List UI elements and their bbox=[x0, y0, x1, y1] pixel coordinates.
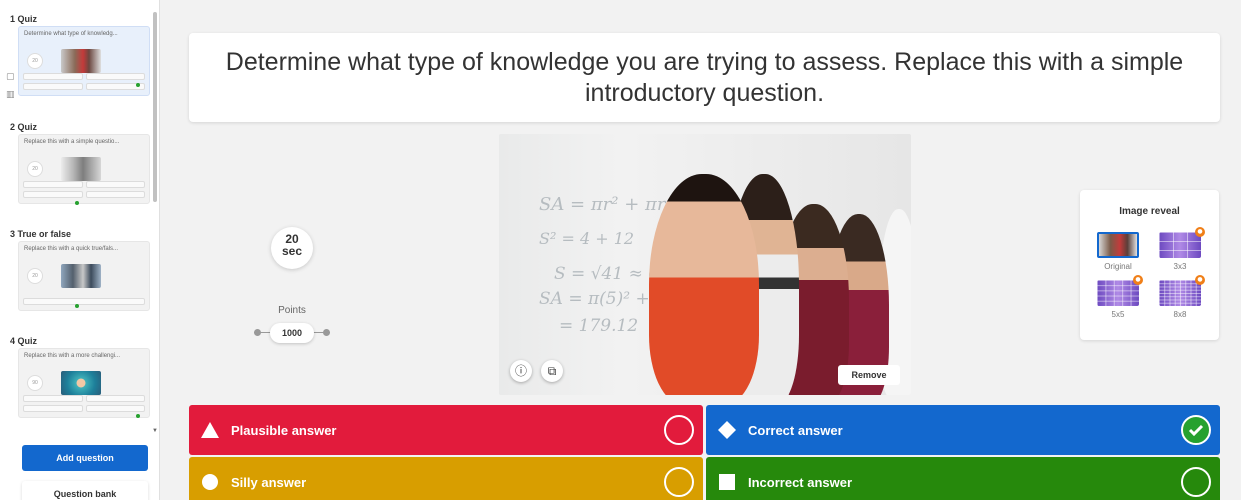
correct-answer-dot bbox=[75, 201, 79, 205]
reveal-option-8x8[interactable]: ● 8x8 bbox=[1157, 275, 1205, 319]
points-slider-max-dot[interactable] bbox=[323, 329, 330, 336]
question-card-title: Determine what type of knowledg... bbox=[24, 31, 118, 37]
question-item-1[interactable]: 1 Quiz Determine what type of knowledg..… bbox=[8, 12, 150, 96]
question-card-answers bbox=[23, 181, 145, 198]
answer-option-1[interactable]: Plausible answer bbox=[189, 405, 703, 455]
question-bank-button[interactable]: Question bank bbox=[22, 481, 148, 500]
reveal-option-label: 5x5 bbox=[1111, 310, 1125, 319]
time-limit-unit: sec bbox=[281, 244, 303, 258]
question-card[interactable]: Determine what type of knowledg... 20 bbox=[18, 26, 150, 96]
question-card-answers bbox=[23, 73, 145, 90]
reveal-preview-8x8: ● bbox=[1159, 275, 1205, 306]
correct-answer-dot bbox=[136, 83, 140, 87]
question-item-heading: 4 Quiz bbox=[10, 336, 38, 346]
scrollbar-thumb[interactable] bbox=[153, 12, 157, 202]
question-card-thumbnail bbox=[61, 264, 101, 288]
question-card-timer: 90 bbox=[27, 375, 43, 391]
question-card-answers bbox=[23, 395, 145, 412]
whiteboard-writing: = 179.12 bbox=[559, 316, 639, 336]
question-title-text[interactable]: Determine what type of knowledge you are… bbox=[215, 47, 1195, 109]
answer-label[interactable]: Correct answer bbox=[748, 423, 843, 438]
diamond-icon bbox=[718, 421, 736, 439]
reveal-preview-5x5: ● bbox=[1097, 275, 1143, 306]
question-card-thumbnail bbox=[61, 49, 101, 73]
points-label: Points bbox=[278, 305, 306, 316]
answer-option-2[interactable]: Correct answer bbox=[706, 405, 1220, 455]
mark-correct-toggle[interactable] bbox=[664, 467, 694, 497]
points-selector[interactable]: 1000 bbox=[270, 323, 314, 343]
image-reveal-title: Image reveal bbox=[1119, 206, 1180, 217]
sidebar-actions: Add question Question bank bbox=[22, 445, 148, 500]
answer-label[interactable]: Plausible answer bbox=[231, 423, 337, 438]
correct-answer-dot bbox=[136, 414, 140, 418]
checkmark-icon bbox=[1188, 424, 1204, 436]
question-card-title: Replace this with a more challengi... bbox=[24, 353, 121, 359]
time-limit-button[interactable]: 20 sec bbox=[271, 227, 313, 269]
question-item-3[interactable]: 3 True or false Replace this with a quic… bbox=[8, 227, 150, 311]
question-card[interactable]: Replace this with a more challengi... 90 bbox=[18, 348, 150, 418]
lock-icon: ● bbox=[1133, 275, 1143, 285]
whiteboard-writing: SA = πr² + πrs bbox=[539, 194, 675, 215]
question-card-timer: 20 bbox=[27, 161, 43, 177]
correct-answer-dot bbox=[75, 304, 79, 308]
person-figure bbox=[649, 174, 759, 395]
question-item-heading: 3 True or false bbox=[10, 229, 72, 239]
question-item-heading: 2 Quiz bbox=[10, 122, 38, 132]
scroll-down-arrow-icon[interactable]: ▼ bbox=[152, 428, 158, 434]
question-item-4[interactable]: 4 Quiz Replace this with a more challeng… bbox=[8, 334, 150, 418]
add-question-button[interactable]: Add question bbox=[22, 445, 148, 471]
reveal-preview-3x3: ● bbox=[1159, 227, 1205, 258]
points-slider-min-dot[interactable] bbox=[254, 329, 261, 336]
circle-icon bbox=[201, 473, 219, 491]
question-image: SA = πr² + πrs S² = 4 + 12 S = √41 ≈ 6.4… bbox=[499, 134, 911, 395]
question-card-timer: 20 bbox=[27, 53, 43, 69]
mark-correct-toggle[interactable] bbox=[664, 415, 694, 445]
square-icon bbox=[718, 473, 736, 491]
reveal-option-3x3[interactable]: ● 3x3 bbox=[1157, 227, 1205, 271]
question-list-sidebar: ▢ ▥ 1 Quiz Determine what type of knowle… bbox=[0, 0, 160, 500]
reveal-option-label: 3x3 bbox=[1173, 262, 1187, 271]
remove-image-button[interactable]: Remove bbox=[838, 365, 900, 385]
sidebar-scrollbar[interactable] bbox=[152, 12, 158, 202]
reveal-option-label: 8x8 bbox=[1173, 310, 1187, 319]
image-reveal-panel: Image reveal Original ● 3x3 ● 5x5 ● 8x8 bbox=[1080, 190, 1219, 340]
answer-label[interactable]: Silly answer bbox=[231, 475, 306, 490]
question-card-thumbnail bbox=[61, 157, 101, 181]
reveal-option-5x5[interactable]: ● 5x5 bbox=[1095, 275, 1143, 319]
image-crop-icon[interactable]: ⧉ bbox=[541, 360, 563, 382]
question-card-title: Replace this with a simple questio... bbox=[24, 139, 120, 145]
question-card-timer: 20 bbox=[27, 268, 43, 284]
reveal-option-original[interactable]: Original bbox=[1095, 232, 1141, 271]
answer-option-3[interactable]: Silly answer bbox=[189, 457, 703, 500]
answer-label[interactable]: Incorrect answer bbox=[748, 475, 852, 490]
image-info-icon[interactable]: ⓘ bbox=[510, 360, 532, 382]
answer-option-4[interactable]: Incorrect answer bbox=[706, 457, 1220, 500]
question-card-title: Replace this with a quick true/fals... bbox=[24, 246, 119, 252]
question-item-heading: 1 Quiz bbox=[10, 14, 38, 24]
question-title-box[interactable]: Determine what type of knowledge you are… bbox=[189, 33, 1220, 122]
question-card[interactable]: Replace this with a quick true/fals... 2… bbox=[18, 241, 150, 311]
lock-icon: ● bbox=[1195, 275, 1205, 285]
question-card[interactable]: Replace this with a simple questio... 20 bbox=[18, 134, 150, 205]
lock-icon: ● bbox=[1195, 227, 1205, 237]
mark-correct-toggle[interactable] bbox=[1181, 467, 1211, 497]
reveal-preview-original bbox=[1097, 232, 1139, 258]
question-card-thumbnail bbox=[61, 371, 101, 395]
mark-correct-toggle[interactable] bbox=[1181, 415, 1211, 445]
reveal-option-label: Original bbox=[1104, 262, 1132, 271]
triangle-icon bbox=[201, 421, 219, 439]
question-card-answers bbox=[23, 298, 145, 305]
whiteboard-writing: S² = 4 + 12 bbox=[539, 229, 635, 248]
question-item-2[interactable]: 2 Quiz Replace this with a simple questi… bbox=[8, 120, 150, 205]
